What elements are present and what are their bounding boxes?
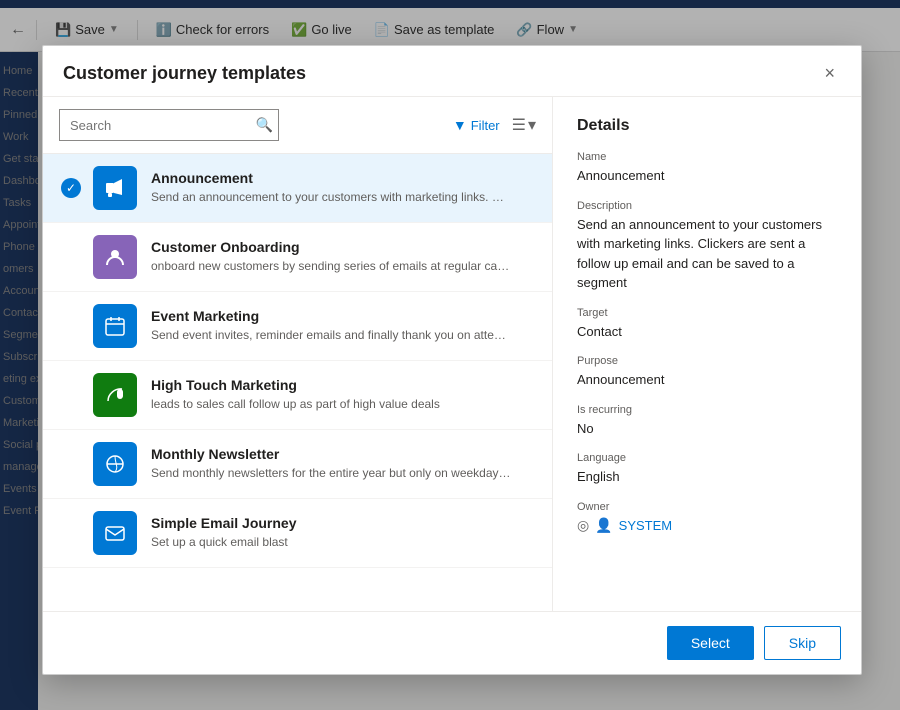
- purpose-label: Purpose: [577, 355, 837, 367]
- template-description: Send an announcement to your customers w…: [151, 189, 511, 206]
- search-input[interactable]: [59, 109, 279, 141]
- template-description: onboard new customers by sending series …: [151, 258, 511, 275]
- detail-purpose-section: Purpose Announcement: [577, 355, 837, 390]
- template-check: [59, 314, 83, 338]
- search-bar: 🔍 ▼ Filter ☰ ▾: [43, 97, 552, 154]
- template-item[interactable]: Event Marketing Send event invites, remi…: [43, 292, 552, 361]
- sort-button[interactable]: ☰ ▾: [512, 115, 536, 135]
- modal-title: Customer journey templates: [63, 63, 306, 84]
- template-text: Monthly Newsletter Send monthly newslett…: [151, 446, 536, 482]
- customer-journey-templates-modal: Customer journey templates × 🔍 ▼ Filter …: [42, 45, 862, 675]
- template-text: Event Marketing Send event invites, remi…: [151, 308, 536, 344]
- search-icon[interactable]: 🔍: [256, 117, 273, 134]
- description-value: Send an announcement to your customers w…: [577, 215, 837, 293]
- template-list-panel: 🔍 ▼ Filter ☰ ▾ ✓: [43, 97, 553, 611]
- name-value: Announcement: [577, 166, 837, 186]
- template-description: leads to sales call follow up as part of…: [151, 396, 511, 413]
- recurring-value: No: [577, 419, 837, 439]
- owner-name: SYSTEM: [619, 518, 672, 533]
- language-value: English: [577, 467, 837, 487]
- filter-group: ▼ Filter ☰ ▾: [453, 115, 536, 135]
- detail-name-section: Name Announcement: [577, 151, 837, 186]
- template-item[interactable]: ✓ Announcement Send an announcement to y…: [43, 154, 552, 223]
- template-icon: [93, 166, 137, 210]
- template-check: [59, 383, 83, 407]
- sort-chevron-icon: ▾: [528, 115, 536, 135]
- filter-icon: ▼: [453, 117, 467, 133]
- template-item[interactable]: High Touch Marketing leads to sales call…: [43, 361, 552, 430]
- template-icon: [93, 373, 137, 417]
- details-panel: Details Name Announcement Description Se…: [553, 97, 861, 611]
- template-icon: [93, 304, 137, 348]
- skip-button[interactable]: Skip: [764, 626, 841, 660]
- template-name: Customer Onboarding: [151, 239, 536, 255]
- search-input-wrapper: 🔍: [59, 109, 279, 141]
- template-name: Event Marketing: [151, 308, 536, 324]
- template-list: ✓ Announcement Send an announcement to y…: [43, 154, 552, 611]
- owner-label: Owner: [577, 501, 837, 513]
- template-text: Customer Onboarding onboard new customer…: [151, 239, 536, 275]
- template-text: Simple Email Journey Set up a quick emai…: [151, 515, 536, 551]
- sort-icon: ☰: [512, 115, 526, 135]
- modal-footer: Select Skip: [43, 611, 861, 674]
- template-description: Send event invites, reminder emails and …: [151, 327, 511, 344]
- target-label: Target: [577, 307, 837, 319]
- owner-row: ◎ 👤 SYSTEM: [577, 517, 837, 534]
- template-check: ✓: [59, 176, 83, 200]
- modal-body: 🔍 ▼ Filter ☰ ▾ ✓: [43, 97, 861, 611]
- template-name: High Touch Marketing: [151, 377, 536, 393]
- template-item[interactable]: Monthly Newsletter Send monthly newslett…: [43, 430, 552, 499]
- name-label: Name: [577, 151, 837, 163]
- template-icon: [93, 511, 137, 555]
- recurring-label: Is recurring: [577, 404, 837, 416]
- detail-language-section: Language English: [577, 452, 837, 487]
- template-name: Simple Email Journey: [151, 515, 536, 531]
- template-check: [59, 245, 83, 269]
- filter-label: Filter: [471, 118, 500, 133]
- template-icon: [93, 235, 137, 279]
- template-item[interactable]: Customer Onboarding onboard new customer…: [43, 223, 552, 292]
- template-check: [59, 521, 83, 545]
- modal-header: Customer journey templates ×: [43, 46, 861, 97]
- template-description: Set up a quick email blast: [151, 534, 511, 551]
- details-heading: Details: [577, 117, 837, 135]
- filter-button[interactable]: ▼ Filter: [453, 117, 500, 133]
- detail-recurring-section: Is recurring No: [577, 404, 837, 439]
- detail-target-section: Target Contact: [577, 307, 837, 342]
- template-icon: [93, 442, 137, 486]
- owner-person-icon: 👤: [595, 517, 612, 534]
- check-circle-icon: ✓: [61, 178, 81, 198]
- template-text: Announcement Send an announcement to you…: [151, 170, 536, 206]
- target-value: Contact: [577, 322, 837, 342]
- template-text: High Touch Marketing leads to sales call…: [151, 377, 536, 413]
- owner-circle-icon: ◎: [577, 517, 589, 534]
- detail-description-section: Description Send an announcement to your…: [577, 200, 837, 293]
- detail-owner-section: Owner ◎ 👤 SYSTEM: [577, 501, 837, 534]
- template-name: Monthly Newsletter: [151, 446, 536, 462]
- template-name: Announcement: [151, 170, 536, 186]
- purpose-value: Announcement: [577, 370, 837, 390]
- template-item[interactable]: Simple Email Journey Set up a quick emai…: [43, 499, 552, 568]
- close-button[interactable]: ×: [818, 62, 841, 84]
- language-label: Language: [577, 452, 837, 464]
- template-description: Send monthly newsletters for the entire …: [151, 465, 511, 482]
- template-check: [59, 452, 83, 476]
- select-button[interactable]: Select: [667, 626, 754, 660]
- description-label: Description: [577, 200, 837, 212]
